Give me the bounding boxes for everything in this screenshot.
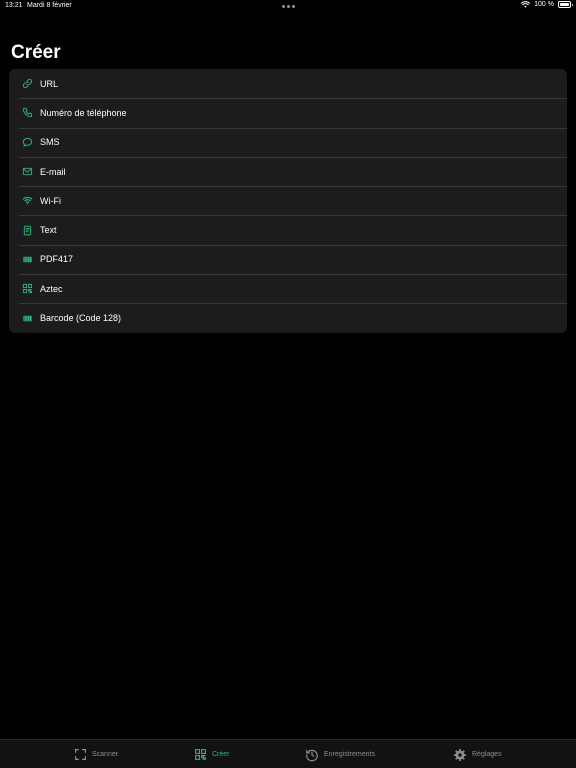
create-item-label: Aztec xyxy=(40,283,63,294)
status-bar: 13:21 Mardi 8 février 100 % xyxy=(0,0,576,12)
status-date: Mardi 8 février xyxy=(27,2,72,9)
tab-label: Enregistrements xyxy=(324,751,375,758)
envelope-icon xyxy=(21,166,33,178)
wifi-status-icon xyxy=(521,1,531,8)
history-icon xyxy=(306,749,318,761)
battery-icon xyxy=(558,1,573,8)
tab-label: Réglages xyxy=(472,751,502,758)
create-item-wifi[interactable]: Wi-Fi xyxy=(9,186,567,215)
tab-label: Scanner xyxy=(92,751,119,758)
create-item-label: E-mail xyxy=(40,166,66,177)
create-item-barcode-code128[interactable]: Barcode (Code 128) xyxy=(9,303,567,332)
qr-code-icon xyxy=(195,749,206,760)
create-item-sms[interactable]: SMS xyxy=(9,127,567,157)
tab-scanner[interactable]: Scanner xyxy=(74,740,118,768)
app-screen: 13:21 Mardi 8 février 100 % Créer URL Nu… xyxy=(0,0,576,768)
message-bubble-icon xyxy=(21,136,33,148)
page-title: Créer xyxy=(11,42,61,63)
create-item-email[interactable]: E-mail xyxy=(9,156,567,186)
gear-icon xyxy=(453,748,467,761)
tab-reglages[interactable]: Réglages xyxy=(453,740,502,768)
status-time: 13:21 xyxy=(5,2,23,9)
create-item-url[interactable]: URL xyxy=(9,69,567,98)
create-item-label: Wi-Fi xyxy=(40,195,61,206)
create-item-pdf417[interactable]: PDF417 xyxy=(9,244,567,274)
create-list: URL Numéro de téléphone SMS E-mail Wi-Fi… xyxy=(9,69,567,333)
create-item-label: Text xyxy=(40,225,57,236)
tab-creer[interactable]: Créer xyxy=(194,740,230,768)
battery-percent: 100 % xyxy=(534,1,554,8)
create-item-label: Barcode (Code 128) xyxy=(40,313,122,324)
phone-icon xyxy=(21,107,33,119)
multitasking-dots-icon[interactable] xyxy=(282,5,295,8)
tab-enregistrements[interactable]: Enregistrements xyxy=(305,740,375,768)
create-item-phone[interactable]: Numéro de téléphone xyxy=(9,98,567,127)
qr-code-icon xyxy=(21,283,33,295)
barcode-icon xyxy=(21,253,33,265)
create-item-label: Numéro de téléphone xyxy=(40,107,127,118)
tab-label: Créer xyxy=(212,751,230,758)
wifi-icon xyxy=(21,195,33,207)
text-document-icon xyxy=(21,224,33,236)
tab-bar: Scanner Créer Enregistrements Réglages xyxy=(0,739,576,768)
create-item-label: URL xyxy=(40,78,59,89)
scan-frame-icon xyxy=(75,749,86,760)
barcode-icon xyxy=(21,312,33,324)
create-item-aztec[interactable]: Aztec xyxy=(9,274,567,303)
create-item-label: SMS xyxy=(40,137,60,148)
link-icon xyxy=(21,78,33,90)
status-right: 100 % xyxy=(521,1,573,8)
create-item-label: PDF417 xyxy=(40,254,74,265)
create-item-text[interactable]: Text xyxy=(9,215,567,244)
